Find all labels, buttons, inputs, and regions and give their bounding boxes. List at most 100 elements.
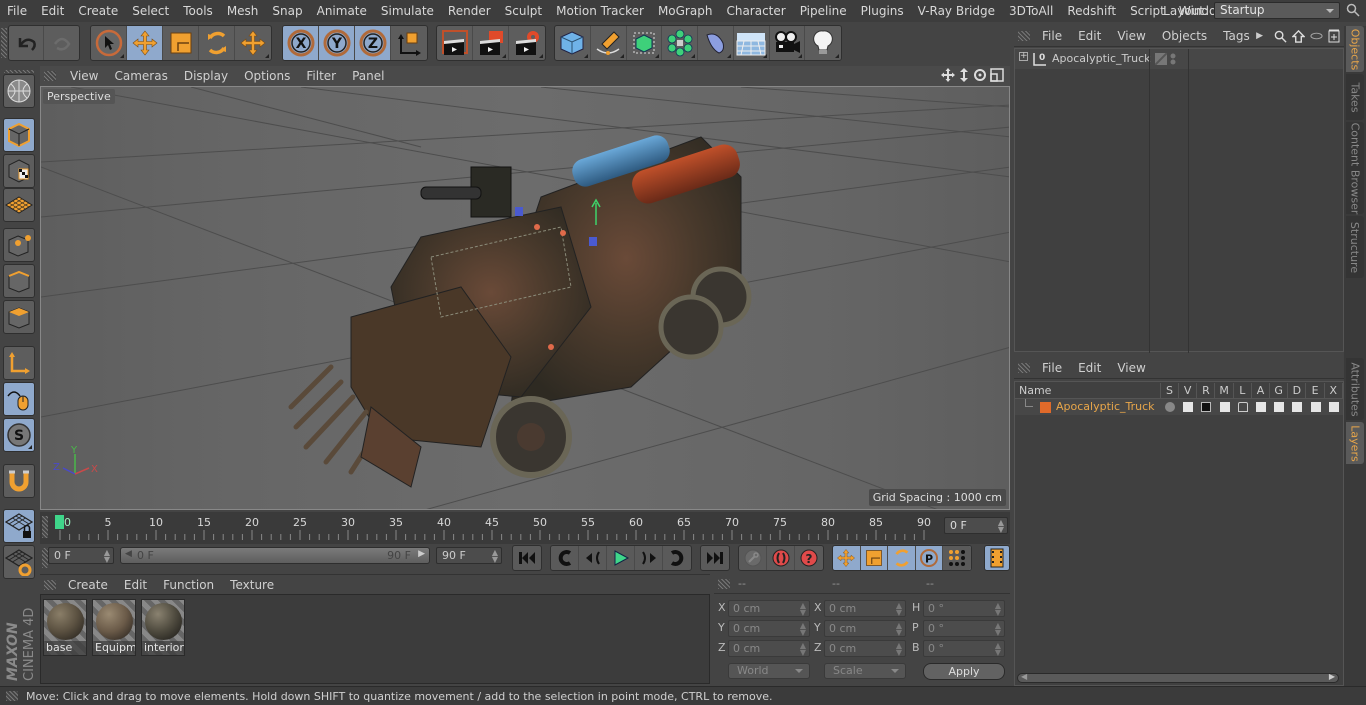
menu-vray-bridge[interactable]: V-Ray Bridge: [911, 4, 1002, 18]
material-menu-create[interactable]: Create: [60, 578, 116, 592]
pen-button[interactable]: [591, 26, 627, 60]
goto-end-button[interactable]: [701, 546, 729, 570]
preview-range-slider[interactable]: ◀ 0 F 90 F ▶: [120, 547, 430, 564]
filter-icon[interactable]: [1310, 32, 1323, 40]
coordinate-grip[interactable]: [718, 578, 730, 589]
polygons-mode-button[interactable]: [3, 300, 35, 334]
axis-mode-button[interactable]: [3, 346, 35, 380]
live-selection-button[interactable]: [91, 26, 127, 60]
timeline[interactable]: 0 5 10 15 20 25 30 35 40 45 50 55 60 65 70 75 80 85 90 0 F…: [40, 512, 1010, 544]
prev-key-button[interactable]: [551, 546, 579, 570]
layer-col-l[interactable]: L: [1234, 383, 1252, 399]
layer-col-v[interactable]: V: [1179, 383, 1198, 399]
make-editable-button[interactable]: [3, 74, 35, 108]
layer-col-name[interactable]: Name: [1015, 383, 1161, 399]
scale-tool-button[interactable]: [163, 26, 199, 60]
menu-select[interactable]: Select: [125, 4, 176, 18]
object-manager-grip[interactable]: [1018, 31, 1030, 41]
home-icon[interactable]: [1292, 29, 1305, 43]
expand-toggle-icon[interactable]: +: [1019, 52, 1028, 61]
camera-button[interactable]: [770, 26, 806, 60]
prev-frame-button[interactable]: [579, 546, 607, 570]
object-menu-tags[interactable]: Tags: [1215, 29, 1258, 43]
animation-icon[interactable]: [1256, 402, 1266, 412]
status-grip[interactable]: [6, 691, 18, 701]
menu-simulate[interactable]: Simulate: [374, 4, 441, 18]
next-key-button[interactable]: [663, 546, 691, 570]
scroll-left-icon[interactable]: ◀: [1021, 672, 1027, 681]
apply-button[interactable]: Apply: [923, 663, 1005, 680]
tab-attributes[interactable]: Attributes: [1346, 358, 1364, 420]
menu-redshift[interactable]: Redshift: [1060, 4, 1123, 18]
menu-motion-tracker[interactable]: Motion Tracker: [549, 4, 651, 18]
expression-icon[interactable]: [1310, 402, 1321, 412]
menu-mograph[interactable]: MoGraph: [651, 4, 720, 18]
undo-button[interactable]: [9, 26, 45, 60]
points-mode-button[interactable]: [3, 228, 35, 262]
layer-menu-edit[interactable]: Edit: [1070, 361, 1109, 375]
parameter-key-button[interactable]: P: [916, 546, 944, 570]
layer-col-e[interactable]: E: [1307, 383, 1325, 399]
workplane-rotate-button[interactable]: [3, 545, 35, 579]
rotation-p-field[interactable]: 0 ° ▲ ▼: [923, 620, 1005, 637]
menu-sculpt[interactable]: Sculpt: [498, 4, 549, 18]
start-frame-field[interactable]: 0 F ▲ ▼: [48, 547, 114, 564]
coordinate-mode-dropdown[interactable]: World: [728, 663, 810, 679]
menu-edit[interactable]: Edit: [34, 4, 71, 18]
viewport-menu-panel[interactable]: Panel: [344, 69, 392, 83]
scale-key-button[interactable]: [861, 546, 889, 570]
timeline-grip[interactable]: [42, 516, 48, 538]
menu-file[interactable]: File: [0, 4, 34, 18]
menu-mesh[interactable]: Mesh: [220, 4, 266, 18]
menu-create[interactable]: Create: [71, 4, 125, 18]
layer-tag-icon[interactable]: [1155, 53, 1167, 65]
tweak-mode-button[interactable]: [3, 382, 35, 416]
material-equipment[interactable]: Equipme: [92, 599, 136, 656]
texture-mode-button[interactable]: [3, 154, 35, 188]
next-frame-button[interactable]: [635, 546, 663, 570]
menu-animate[interactable]: Animate: [310, 4, 374, 18]
material-interior[interactable]: interior: [141, 599, 185, 656]
timeline-window-button[interactable]: [985, 546, 1009, 570]
z-axis-lock-button[interactable]: Z: [355, 26, 391, 60]
xref-icon[interactable]: [1328, 402, 1339, 412]
layer-menu-file[interactable]: File: [1034, 361, 1070, 375]
object-menu-file[interactable]: File: [1034, 29, 1070, 43]
play-button[interactable]: [607, 546, 635, 570]
size-mode-dropdown[interactable]: Scale: [824, 663, 906, 679]
menu-render[interactable]: Render: [441, 4, 498, 18]
layer-col-a[interactable]: A: [1252, 383, 1270, 399]
viewport-rotate-icon[interactable]: [973, 68, 987, 82]
scroll-right-icon[interactable]: ▶: [1329, 672, 1335, 681]
position-z-field[interactable]: 0 cm ▲ ▼: [728, 640, 810, 657]
rotation-b-field[interactable]: 0 ° ▲ ▼: [923, 640, 1005, 657]
keyframe-selection-button[interactable]: ?: [795, 546, 823, 570]
horizontal-scrollbar[interactable]: ◀ ▶: [1017, 672, 1339, 683]
viewport-pan-icon[interactable]: [941, 68, 955, 82]
redo-button[interactable]: [44, 26, 79, 60]
material-grip[interactable]: [44, 579, 56, 590]
viewport-menu-cameras[interactable]: Cameras: [106, 69, 175, 83]
layer-col-r[interactable]: R: [1197, 383, 1216, 399]
locked-workplane-button[interactable]: [3, 509, 35, 543]
autokeying-button[interactable]: [767, 546, 795, 570]
layer-col-x[interactable]: X: [1325, 383, 1343, 399]
position-key-button[interactable]: [833, 546, 861, 570]
point-level-key-button[interactable]: [943, 546, 971, 570]
playhead-marker[interactable]: [55, 515, 64, 529]
search-icon[interactable]: [1274, 30, 1287, 43]
render-to-picture-viewer-button[interactable]: [473, 26, 509, 60]
viewport-menu-display[interactable]: Display: [176, 69, 236, 83]
tab-layers[interactable]: Layers: [1346, 422, 1364, 464]
record-active-objects-button[interactable]: [739, 546, 767, 570]
viewport-zoom-icon[interactable]: [958, 68, 970, 82]
lock-icon[interactable]: [1237, 402, 1248, 412]
more-menu-arrow-icon[interactable]: ▶: [1256, 31, 1263, 41]
apocalyptic-truck-model[interactable]: [271, 107, 771, 497]
toolbar-grip[interactable]: [1, 28, 7, 58]
workplane-mode-button[interactable]: [3, 188, 35, 222]
rotation-h-field[interactable]: 0 ° ▲ ▼: [923, 600, 1005, 617]
rotation-key-button[interactable]: [888, 546, 916, 570]
cloner-button[interactable]: [662, 26, 698, 60]
render-view-button[interactable]: [437, 26, 473, 60]
